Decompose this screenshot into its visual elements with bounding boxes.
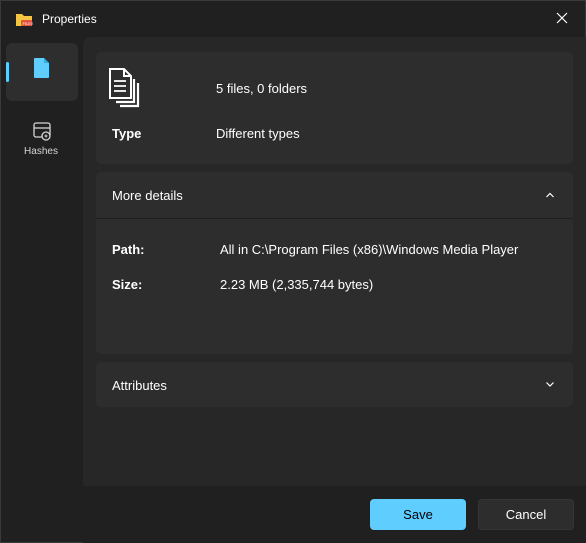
type-value: Different types bbox=[216, 126, 300, 141]
close-icon bbox=[556, 12, 568, 24]
footer: Save Cancel bbox=[83, 486, 586, 543]
path-value: All in C:\Program Files (x86)\Windows Me… bbox=[220, 242, 519, 257]
properties-window: FILES Properties Hashes 5 files, 0 folde… bbox=[0, 0, 586, 543]
content-panel: 5 files, 0 folders Type Different types … bbox=[83, 37, 586, 486]
summary-card: 5 files, 0 folders Type Different types bbox=[96, 52, 573, 164]
details-card: More details Path: All in C:\Program Fil… bbox=[96, 172, 573, 354]
size-label: Size: bbox=[112, 277, 143, 292]
attributes-card: Attributes bbox=[96, 362, 573, 407]
svg-text:FILES: FILES bbox=[23, 21, 34, 26]
divider bbox=[96, 218, 573, 219]
details-header[interactable]: More details bbox=[96, 172, 573, 218]
window-title: Properties bbox=[42, 12, 97, 26]
size-value: 2.23 MB (2,335,744 bytes) bbox=[220, 277, 374, 292]
sidebar: Hashes bbox=[1, 37, 81, 543]
save-button[interactable]: Save bbox=[370, 499, 466, 530]
hash-icon bbox=[33, 122, 51, 141]
cancel-button[interactable]: Cancel bbox=[478, 499, 574, 530]
folder-app-icon: FILES bbox=[16, 14, 34, 26]
close-button[interactable] bbox=[549, 7, 575, 29]
chevron-down-icon bbox=[546, 382, 554, 387]
attributes-header[interactable]: Attributes bbox=[96, 362, 573, 407]
sidebar-item-general[interactable] bbox=[6, 43, 78, 101]
sidebar-item-hashes[interactable] bbox=[6, 109, 78, 167]
attributes-header-title: Attributes bbox=[112, 378, 167, 393]
file-icon bbox=[34, 58, 49, 78]
path-label: Path: bbox=[112, 242, 145, 257]
files-icon bbox=[109, 68, 140, 108]
selection-count: 5 files, 0 folders bbox=[216, 81, 308, 96]
title-bar: FILES Properties bbox=[1, 1, 585, 37]
details-header-title: More details bbox=[112, 188, 183, 203]
active-indicator bbox=[6, 62, 9, 82]
chevron-up-icon bbox=[546, 192, 554, 198]
type-label: Type bbox=[112, 126, 142, 141]
sidebar-item-label: Hashes bbox=[24, 146, 58, 157]
